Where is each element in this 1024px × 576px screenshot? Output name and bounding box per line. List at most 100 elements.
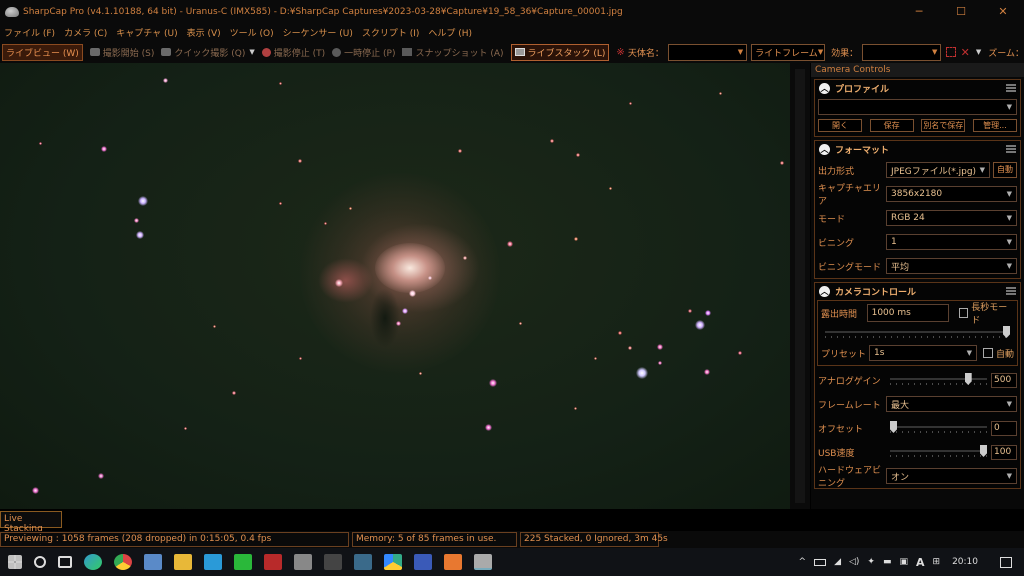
exposure-input[interactable]: 1000 ms [866,304,949,322]
star [212,324,216,328]
task-view-icon[interactable] [58,556,72,568]
dark-app-icon[interactable] [324,554,342,570]
output-format-combo[interactable]: JPEGファイル(*.jpg) ▼ [886,162,990,178]
preset-combo[interactable]: 1s ▼ [869,345,977,361]
auto-format-button[interactable]: 自動 [993,162,1017,178]
mode-combo[interactable]: RGB 24 ▼ [886,210,1017,226]
preset-auto-checkbox[interactable] [982,348,993,358]
star [484,423,492,431]
save-as-profile-button[interactable]: 別名で保存 [921,119,966,132]
green-app-icon[interactable] [234,554,252,570]
live-view-button[interactable]: ライブビュー (W) [2,43,83,61]
live-view-label: ライブビュー (W) [6,48,79,59]
offset-value[interactable]: 0 [991,420,1017,436]
tray-chevron-icon[interactable]: ^ [799,557,807,567]
menu-file[interactable]: ファイル (F) [4,26,55,39]
frame-type-combo[interactable]: ライトフレーム ▼ [751,43,826,61]
battery-icon[interactable] [814,558,827,566]
format-section: ︿ フォーマット 出力形式 JPEGファイル(*.jpg) ▼ 自動 キャプチャエリア 3… [814,140,1021,279]
volume-icon[interactable]: ◁) [849,557,859,567]
chevron-down-icon[interactable]: ▼ [249,48,254,56]
crosshair-icon[interactable]: ✕ [961,46,970,59]
sharpcap-taskbar-icon[interactable] [474,554,492,570]
long-exposure-label: 長秒モード [971,303,1008,326]
open-profile-button[interactable]: 開く [818,119,862,132]
app-icon[interactable] [144,554,162,570]
red-app-icon[interactable] [264,554,282,570]
menu-scripting[interactable]: スクリプト (I) [362,26,420,39]
hardware-binning-label: ハードウェアビニング [818,466,882,489]
binning-mode-combo[interactable]: 平均 ▼ [886,258,1017,274]
ime-icon[interactable]: A [916,556,925,569]
stop-capture-button[interactable]: 撮影停止 (T) [261,46,325,59]
capture-area-combo[interactable]: 3856x2180 ▼ [886,186,1017,202]
live-stack-button[interactable]: ライブスタック (L) [510,43,610,61]
menu-capture[interactable]: キャプチャ (U) [116,26,177,39]
collapse-icon[interactable]: ︿ [819,286,830,297]
manage-profile-button[interactable]: 管理... [972,119,1017,132]
output-format-value: JPEGファイル(*.jpg) [891,166,977,177]
snapshot-button[interactable]: スナップショット (A) [402,46,504,59]
chrome-icon[interactable] [114,554,132,570]
search-icon[interactable] [34,556,46,568]
quick-capture-button[interactable]: クイック撮影 (Q) ▼ [161,46,255,59]
offset-slider[interactable] [890,421,987,434]
windows-start-icon[interactable] [8,555,22,569]
usb-speed-slider[interactable] [890,445,987,458]
scroll-track[interactable] [795,69,805,503]
app-tray-icon[interactable]: ▣ [899,557,908,567]
frame-rate-combo[interactable]: 最大 ▼ [886,396,1017,412]
app-icon[interactable] [414,554,432,570]
select-area-icon[interactable] [946,47,956,57]
effect-combo[interactable]: ▼ [862,43,942,61]
dropbox-icon[interactable]: ✦ [867,557,875,567]
chevron-down-icon[interactable]: ▼ [976,48,981,56]
menu-sequencer[interactable]: シーケンサー (U) [283,26,353,39]
play-store-icon[interactable] [384,554,402,570]
edge-icon[interactable] [84,554,102,570]
network-icon[interactable]: ◢ [834,557,841,567]
usb-icon[interactable]: ▬ [883,557,892,567]
grid-icon[interactable]: ⊞ [933,557,941,567]
format-header[interactable]: ︿ フォーマット [815,141,1020,158]
camera-icon [161,48,172,56]
star [98,473,104,479]
menu-icon[interactable] [1006,145,1016,153]
menu-icon[interactable] [1006,84,1016,92]
save-profile-button[interactable]: 保存 [869,119,914,132]
live-stacking-tab[interactable]: Live Stacking [0,511,62,534]
hardware-binning-combo[interactable]: オン ▼ [886,468,1017,484]
menu-view[interactable]: 表示 (V) [187,26,221,39]
menu-camera[interactable]: カメラ (C) [64,26,107,39]
menu-help[interactable]: ヘルプ (H) [428,26,472,39]
maximize-button[interactable]: ☐ [940,0,982,24]
menu-tools[interactable]: ツール (O) [230,26,274,39]
tools-icon[interactable] [204,554,222,570]
camera-control-header[interactable]: ︿ カメラコントロール [815,283,1020,300]
target-combo[interactable]: ▼ [667,43,748,61]
clock[interactable]: 20:10 [952,557,978,567]
gain-value[interactable]: 500 [991,372,1017,388]
long-exposure-checkbox[interactable] [958,308,969,318]
usb-speed-value[interactable]: 100 [991,444,1017,460]
profile-combo[interactable]: ▼ [818,99,1017,115]
exposure-slider[interactable] [825,326,1010,339]
start-capture-button[interactable]: 撮影開始 (S) [89,46,154,59]
binning-label: ビニング [818,238,855,249]
profile-header[interactable]: ︿ プロファイル [815,80,1020,97]
minimize-button[interactable]: ─ [898,0,940,24]
orange-app-icon[interactable] [444,554,462,570]
bird-app-icon[interactable] [294,554,312,570]
vertical-scrollbar[interactable] [790,63,810,509]
folder-icon[interactable] [174,554,192,570]
collapse-icon[interactable]: ︿ [819,83,830,94]
close-button[interactable]: ✕ [982,0,1024,24]
menu-icon[interactable] [1006,287,1016,295]
gain-slider[interactable] [890,373,987,386]
app-icon[interactable] [354,554,372,570]
binning-combo[interactable]: 1 ▼ [886,234,1017,250]
notification-icon[interactable] [1000,556,1012,568]
preview-image[interactable] [0,63,790,509]
collapse-icon[interactable]: ︿ [819,144,830,155]
pause-button[interactable]: 一時停止 (P) [332,46,395,59]
